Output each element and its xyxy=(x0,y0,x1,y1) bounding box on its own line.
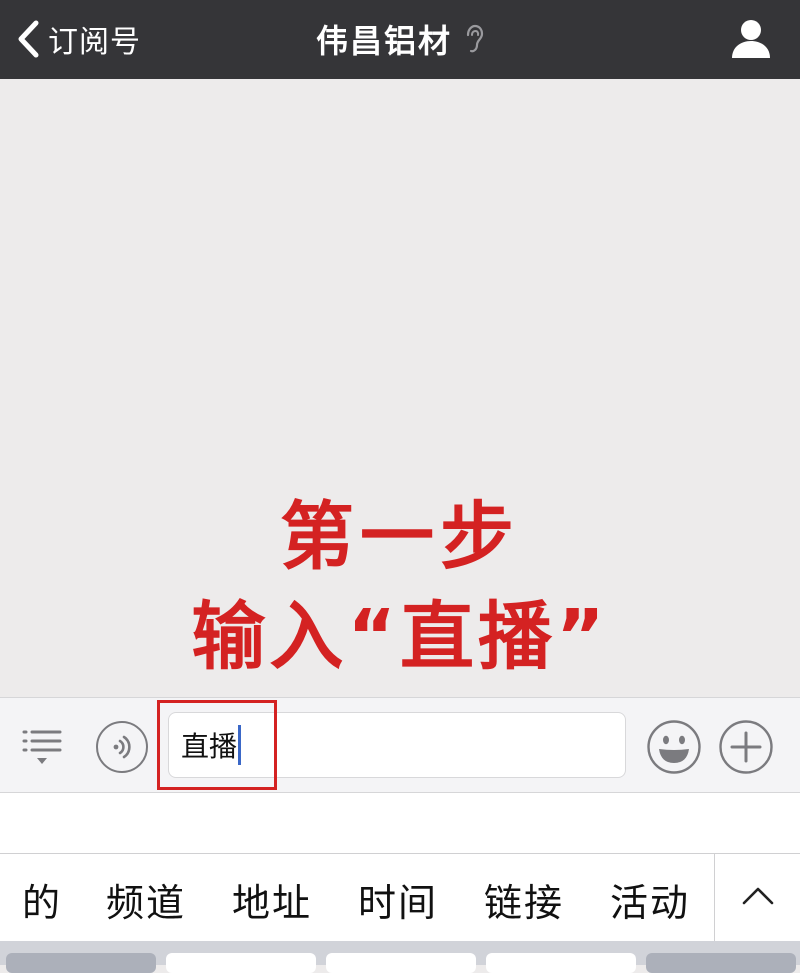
page-title: 伟昌铝材 xyxy=(0,16,800,62)
keyboard-candidate-bar: 的 频道 地址 时间 链接 活动 xyxy=(0,853,800,942)
keyboard-key[interactable] xyxy=(486,953,636,973)
ear-icon xyxy=(466,24,484,53)
keyboard-key[interactable] xyxy=(646,953,796,973)
text-caret xyxy=(238,725,242,765)
message-input-value: 直播 xyxy=(181,730,238,763)
keyboard-key[interactable] xyxy=(166,953,316,973)
voice-button[interactable] xyxy=(96,721,148,773)
candidate-word[interactable]: 活动 xyxy=(610,872,690,927)
keyboard xyxy=(0,941,800,973)
message-input[interactable]: 直播 xyxy=(168,712,626,778)
input-panel-spacer xyxy=(0,793,800,853)
page-title-text: 伟昌铝材 xyxy=(315,22,452,60)
profile-button[interactable] xyxy=(728,16,774,62)
emoji-button[interactable] xyxy=(646,719,702,775)
menu-toggle-button[interactable] xyxy=(18,724,66,770)
voice-icon xyxy=(113,735,131,759)
chevron-up-icon xyxy=(742,887,774,905)
menu-list-icon xyxy=(22,730,62,764)
navigation-bar: 订阅号 伟昌铝材 xyxy=(0,0,800,79)
candidate-word[interactable]: 链接 xyxy=(484,872,564,927)
candidate-word[interactable]: 频道 xyxy=(106,872,186,927)
annotation-step-instruction: 输入“直播” xyxy=(191,594,609,680)
annotation-step-title: 第一步 xyxy=(280,494,520,580)
emoji-icon xyxy=(647,720,701,774)
candidate-word[interactable]: 地址 xyxy=(232,872,312,927)
keyboard-key[interactable] xyxy=(6,953,156,973)
expand-candidates-button[interactable] xyxy=(715,854,800,942)
user-icon xyxy=(732,20,770,58)
candidate-word[interactable]: 时间 xyxy=(358,872,438,927)
more-functions-button[interactable] xyxy=(718,719,774,775)
message-input-bar: 直播 xyxy=(0,697,800,793)
chat-area: 第一步 输入“直播” xyxy=(0,79,800,697)
plus-icon xyxy=(719,720,773,774)
candidate-word[interactable]: 的 xyxy=(22,872,62,927)
keyboard-key[interactable] xyxy=(326,953,476,973)
